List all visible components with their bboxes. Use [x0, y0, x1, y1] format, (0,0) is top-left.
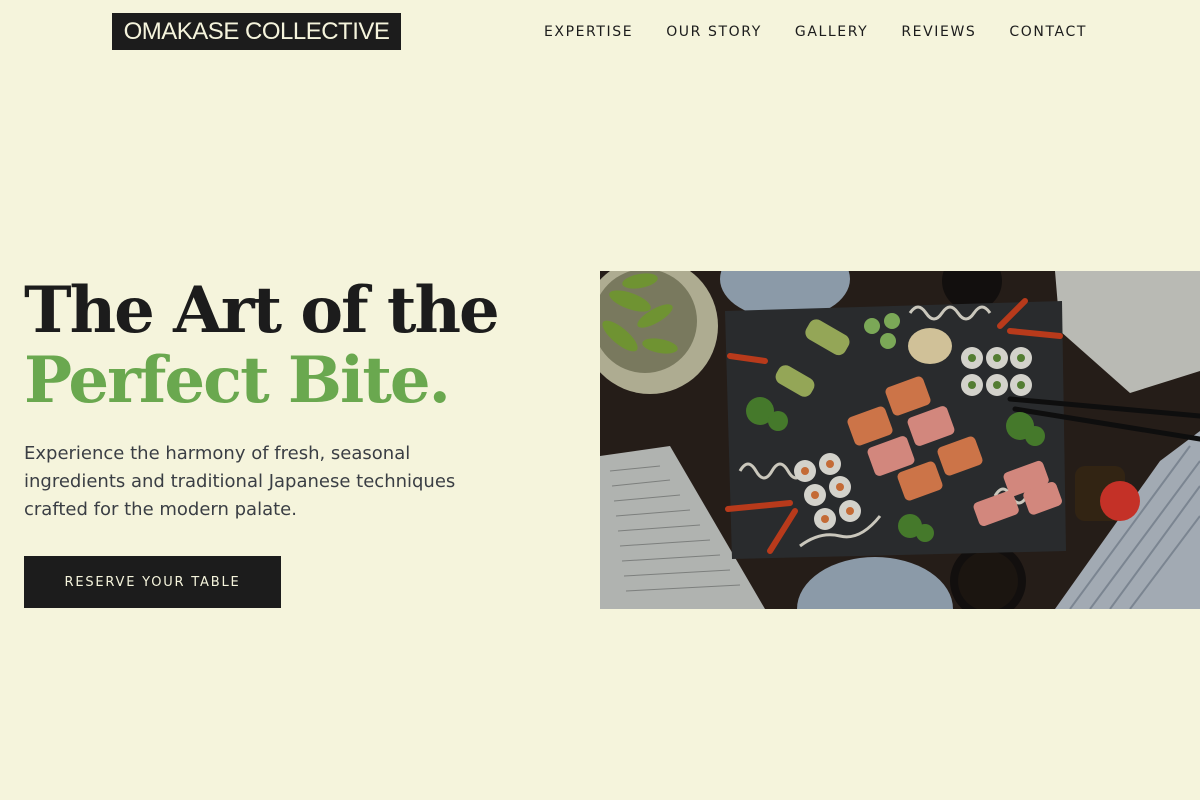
nav-link-our-story[interactable]: OUR STORY	[666, 22, 762, 42]
nav-link-reviews[interactable]: REVIEWS	[901, 22, 976, 42]
headline-line-2-accent: Perfect Bite.	[24, 343, 451, 418]
reserve-table-button[interactable]: RESERVE YOUR TABLE	[24, 556, 281, 608]
sushi-hero-image	[600, 271, 1200, 609]
headline-line-1: The Art of the	[24, 273, 500, 348]
nav-link-expertise[interactable]: EXPERTISE	[544, 22, 633, 42]
nav-link-gallery[interactable]: GALLERY	[795, 22, 868, 42]
nav-link-contact[interactable]: CONTACT	[1009, 22, 1087, 42]
hero-headline: The Art of the Perfect Bite.	[24, 273, 500, 418]
brand-logo[interactable]: OMAKASE COLLECTIVE	[112, 13, 401, 50]
main-nav: EXPERTISE OUR STORY GALLERY REVIEWS CONT…	[544, 22, 1087, 42]
hero-lead-text: Experience the harmony of fresh, seasona…	[24, 443, 456, 520]
sushi-platter-illustration	[600, 271, 1200, 609]
